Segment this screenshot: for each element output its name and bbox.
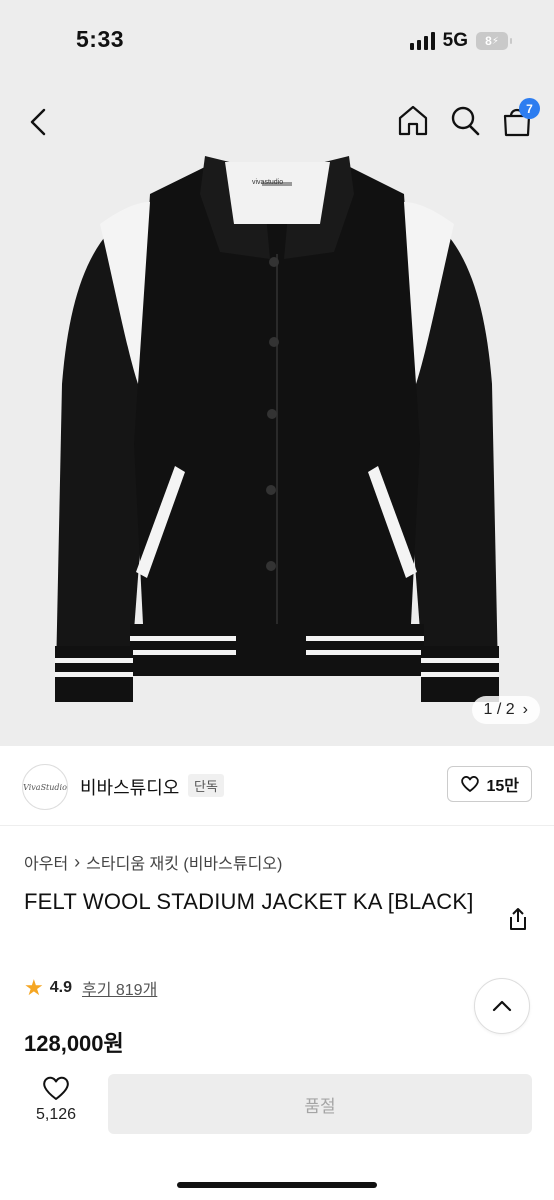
battery-level: 8 <box>485 34 492 48</box>
battery-icon: 8 ⚡ <box>476 32 512 50</box>
breadcrumb-parent[interactable]: 아우터 <box>24 850 68 874</box>
breadcrumb-child[interactable]: 스타디움 재킷 (비바스튜디오) <box>86 850 282 874</box>
rating-row: ★ 4.9 후기 819개 <box>24 976 157 1000</box>
status-indicators: 5G 8 ⚡ <box>409 30 512 52</box>
image-counter-label: 1 / 2 <box>483 701 515 718</box>
wish-button[interactable]: 5,126 <box>28 1074 84 1134</box>
product-title: FELT WOOL STADIUM JACKET KA [BLACK] <box>24 889 474 914</box>
sold-out-button[interactable]: 품절 <box>108 1074 532 1134</box>
heart-icon <box>43 1076 69 1100</box>
home-indicator <box>177 1182 377 1188</box>
star-icon: ★ <box>24 975 44 1000</box>
scroll-top-button[interactable] <box>474 978 530 1034</box>
review-link[interactable]: 후기 819개 <box>82 976 157 1000</box>
chevron-up-icon <box>492 1000 512 1012</box>
bottom-action-bar: 5,126 품절 <box>0 1060 554 1200</box>
status-bar: 5:33 5G 8 ⚡ <box>0 0 554 84</box>
home-icon[interactable] <box>396 102 430 138</box>
rating-value: 4.9 <box>49 979 72 996</box>
like-count: 15만 <box>486 778 519 795</box>
wish-count: 5,126 <box>35 1106 77 1123</box>
search-icon[interactable] <box>448 102 482 138</box>
cart-count-badge: 7 <box>519 98 540 119</box>
nav-icons: 7 <box>396 98 540 138</box>
breadcrumb: 아우터 › 스타디움 재킷 (비바스튜디오) <box>24 850 282 874</box>
heart-icon <box>461 776 480 792</box>
exclusive-badge: 단독 <box>188 774 224 797</box>
brand-like-button[interactable]: 15만 <box>447 766 532 802</box>
status-time: 5:33 <box>76 26 125 52</box>
chevron-right-icon: › <box>74 852 81 872</box>
product-price: 128,000원 <box>24 1031 124 1056</box>
share-icon[interactable] <box>506 906 530 932</box>
chevron-right-icon: › <box>522 701 528 718</box>
brand-name[interactable]: 비바스튜디오 <box>80 774 179 800</box>
image-counter[interactable]: 1 / 2 › <box>471 696 540 724</box>
jacket-tag-label: vivastudio <box>252 179 284 186</box>
network-label: 5G <box>442 30 468 51</box>
cart-button[interactable]: 7 <box>500 98 540 138</box>
brand-row: VivaStudio 비바스튜디오 단독 15만 <box>0 746 554 826</box>
signal-icon <box>409 32 435 50</box>
back-button[interactable] <box>24 104 56 140</box>
brand-logo[interactable]: VivaStudio <box>22 764 68 810</box>
product-gallery[interactable]: vivastudio 7 1 / 2 › <box>0 84 554 746</box>
brand-logo-text: VivaStudio <box>23 782 67 792</box>
